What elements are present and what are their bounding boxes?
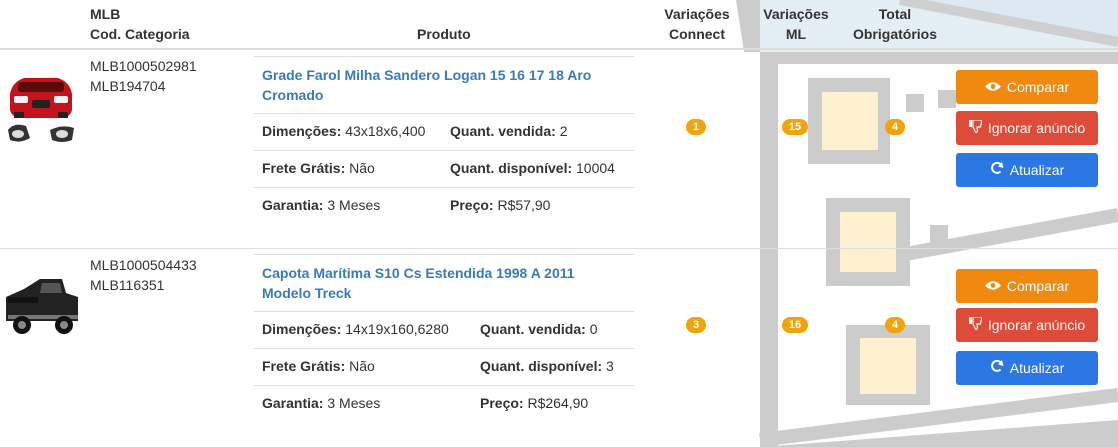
product-title-link[interactable]: Capota Marítima S10 Cs Estendida 1998 A …: [254, 254, 634, 311]
header-mlb: MLB Cod. Categoria: [90, 4, 190, 44]
variacoes-connect-badge: 3: [686, 317, 706, 333]
thumbs-down-icon: [968, 112, 983, 146]
ignore-listing-button[interactable]: Ignorar anúncio: [956, 111, 1098, 145]
mlb-code: MLB1000504433: [90, 257, 197, 273]
frete-gratis-label: Frete Grátis:: [262, 358, 346, 374]
ignore-listing-button-label: Ignorar anúncio: [987, 120, 1086, 136]
dimensoes-label: Dimenções:: [262, 321, 342, 337]
header-total-line2: Obrigatórios: [852, 26, 937, 42]
header-variacoes-ml: Variações ML: [754, 4, 838, 44]
quant-vendida-value: 0: [589, 321, 598, 337]
frete-gratis-value: Não: [349, 358, 375, 374]
categoria-code: MLB194704: [90, 78, 166, 94]
frete-gratis-label: Frete Grátis:: [262, 160, 346, 176]
dimensoes-value: 43x18x6,400: [345, 123, 426, 139]
header-total-obrigatorios: Total Obrigatórios: [845, 4, 945, 44]
quant-disponivel-value: 10004: [576, 160, 615, 176]
quant-disponivel-label: Quant. disponível:: [480, 358, 603, 374]
compare-button-label: Comparar: [1006, 79, 1070, 95]
header-mlb-label: MLB: [90, 6, 121, 22]
eye-icon: [984, 71, 1001, 105]
product-detail-row: Frete Grátis: Não Quant. disponível: 100…: [254, 150, 634, 187]
quant-vendida-label: Quant. vendida:: [450, 123, 556, 139]
header-variacoes-ml-line2: ML: [785, 26, 807, 42]
product-details: Capota Marítima S10 Cs Estendida 1998 A …: [254, 254, 634, 422]
table-row: MLB1000502981 MLB194704 Grade Farol Milh…: [0, 50, 1118, 248]
preco-label: Preço:: [450, 197, 494, 213]
black-pickup-truck-image: [6, 279, 78, 334]
product-thumbnail[interactable]: [4, 267, 78, 355]
dimensoes-label: Dimenções:: [262, 123, 342, 139]
garantia-label: Garantia:: [262, 395, 324, 411]
update-button-label: Atualizar: [1009, 162, 1065, 178]
product-detail-row: Frete Grátis: Não Quant. disponível: 3: [254, 348, 634, 385]
header-variacoes-connect-line2: Connect: [669, 26, 725, 42]
refresh-icon: [990, 352, 1004, 386]
preco-label: Preço:: [480, 395, 524, 411]
ignore-listing-button[interactable]: Ignorar anúncio: [956, 308, 1098, 342]
header-categoria-label: Cod. Categoria: [90, 26, 190, 42]
total-obrigatorios-badge: 4: [885, 119, 905, 135]
header-variacoes-ml-line1: Variações: [763, 6, 829, 22]
product-detail-row: Garantia: 3 Meses Preço: R$57,90: [254, 187, 634, 224]
refresh-icon: [990, 154, 1004, 188]
frete-gratis-value: Não: [349, 160, 375, 176]
product-detail-row: Garantia: 3 Meses Preço: R$264,90: [254, 385, 634, 422]
table-header: MLB Cod. Categoria Produto Variações Con…: [0, 0, 1118, 48]
variacoes-connect-badge: 1: [686, 119, 706, 135]
product-title-link[interactable]: Grade Farol Milha Sandero Logan 15 16 17…: [254, 56, 634, 113]
categoria-code: MLB116351: [90, 277, 165, 293]
quant-disponivel-label: Quant. disponível:: [450, 160, 573, 176]
mlb-info: MLB1000502981 MLB194704: [90, 56, 197, 96]
quant-vendida-value: 2: [559, 123, 568, 139]
thumbs-down-icon: [968, 309, 983, 343]
header-produto: Produto: [417, 26, 471, 42]
variacoes-ml-badge: 16: [782, 317, 808, 333]
update-button[interactable]: Atualizar: [956, 153, 1098, 187]
product-detail-row: Dimenções: 43x18x6,400 Quant. vendida: 2: [254, 113, 634, 150]
garantia-label: Garantia:: [262, 197, 324, 213]
dimensoes-value: 14x19x160,6280: [345, 321, 449, 337]
header-total-line1: Total: [878, 6, 912, 22]
quant-disponivel-value: 3: [606, 358, 614, 374]
garantia-value: 3 Meses: [327, 197, 381, 213]
header-variacoes-connect: Variações Connect: [655, 4, 739, 44]
mlb-code: MLB1000502981: [90, 58, 197, 74]
total-obrigatorios-badge: 4: [885, 317, 905, 333]
mlb-info: MLB1000504433 MLB116351: [90, 255, 197, 295]
variacoes-ml-badge: 15: [782, 119, 808, 135]
table-row: MLB1000504433 MLB116351 Capota Marítima …: [0, 249, 1118, 447]
preco-value: R$57,90: [497, 197, 551, 213]
product-details: Grade Farol Milha Sandero Logan 15 16 17…: [254, 56, 634, 224]
update-button-label: Atualizar: [1009, 360, 1065, 376]
product-thumbnail[interactable]: [4, 64, 78, 152]
preco-value: R$264,90: [527, 395, 589, 411]
quant-vendida-label: Quant. vendida:: [480, 321, 586, 337]
ignore-listing-button-label: Ignorar anúncio: [987, 317, 1086, 333]
header-variacoes-connect-line1: Variações: [664, 6, 730, 22]
compare-button[interactable]: Comparar: [956, 269, 1098, 303]
garantia-value: 3 Meses: [327, 395, 381, 411]
compare-button[interactable]: Comparar: [956, 70, 1098, 104]
car-red-headlight-grill-image: [8, 78, 74, 142]
product-detail-row: Dimenções: 14x19x160,6280 Quant. vendida…: [254, 311, 634, 348]
update-button[interactable]: Atualizar: [956, 351, 1098, 385]
compare-button-label: Comparar: [1006, 278, 1070, 294]
eye-icon: [984, 270, 1001, 304]
